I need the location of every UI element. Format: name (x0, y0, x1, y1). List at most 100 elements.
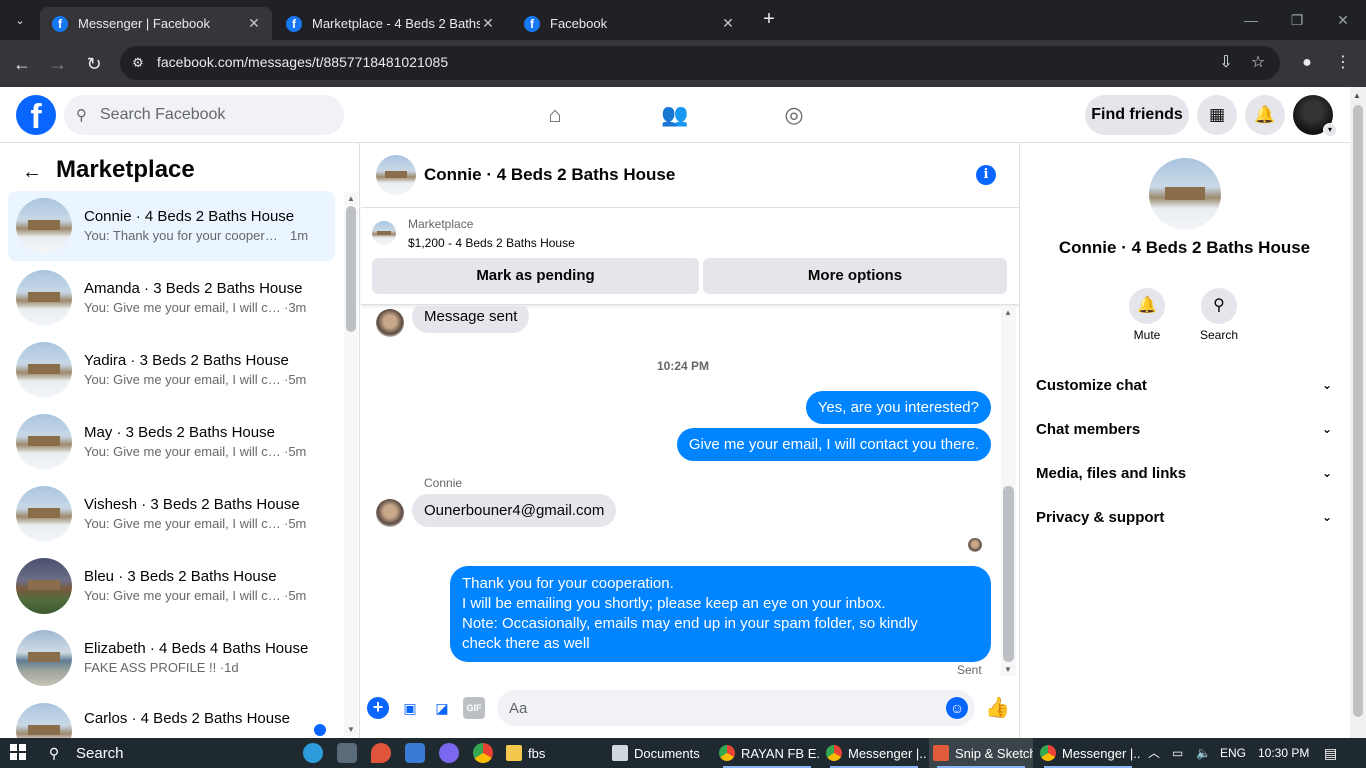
paint-icon[interactable] (371, 743, 391, 763)
message-bubble-outgoing: Yes, are you interested? (805, 391, 991, 424)
conversation-snippet: You: Give me your email, I will con... (84, 444, 284, 459)
message-line: Note: Occasionally, emails may end up in… (462, 615, 918, 632)
gif-icon[interactable]: GIF (463, 697, 485, 719)
windows-start-icon[interactable] (10, 744, 26, 760)
sidebar-scrollbar[interactable]: ▲ ▼ (344, 192, 358, 736)
message-input[interactable] (497, 690, 975, 726)
menu-grid-icon[interactable]: ▦ (1197, 95, 1237, 135)
edge-icon[interactable] (303, 743, 323, 763)
bookmark-star-icon[interactable]: ☆ (1247, 52, 1269, 74)
chevron-down-icon: ⌄ (1321, 422, 1332, 436)
more-options-button[interactable]: More options (703, 258, 1007, 294)
conversation-item[interactable]: Amanda · 3 Beds 2 Baths House You: Give … (8, 263, 335, 333)
listing-thumbnail (16, 486, 72, 542)
conversation-name: Connie · 4 Beds 2 Baths House (84, 208, 295, 225)
facebook-logo-icon[interactable]: f (16, 95, 56, 135)
message-list: Message sent 10:24 PM Yes, are you inter… (361, 306, 1001, 686)
page-scrollbar[interactable]: ▲ (1350, 87, 1366, 738)
clock[interactable]: 10:30 PM (1258, 738, 1309, 768)
site-info-icon[interactable]: ⚙ (128, 53, 148, 73)
restore-icon[interactable]: ❐ (1274, 6, 1320, 34)
conversation-item[interactable]: Yadira · 3 Beds 2 Baths House You: Give … (8, 335, 335, 405)
find-friends-button[interactable]: Find friends (1085, 95, 1189, 135)
close-window-icon[interactable]: ✕ (1320, 6, 1366, 34)
details-avatar[interactable] (1149, 158, 1221, 230)
message-line: Thank you for your cooperation. (462, 575, 674, 592)
chevron-down-icon: ⌄ (1321, 378, 1332, 392)
chat-avatar[interactable] (376, 155, 416, 195)
back-arrow-icon[interactable]: ← (20, 160, 44, 184)
groups-icon[interactable]: ◎ (779, 100, 809, 130)
volume-icon[interactable]: 🔈 (1196, 738, 1211, 768)
facebook-search-box[interactable]: ⚲ (64, 95, 344, 135)
tab-marketplace[interactable]: f Marketplace - 4 Beds 2 Baths H ✕ (274, 7, 506, 40)
tab-search-icon[interactable]: ⌄ (8, 8, 32, 32)
browser-menu-icon[interactable]: ⋮ (1332, 52, 1354, 74)
search-conversation-button[interactable]: ⚲ Search (1189, 288, 1249, 342)
close-tab-icon[interactable]: ✕ (246, 15, 262, 32)
conversation-item[interactable]: Vishesh · 3 Beds 2 Baths House You: Give… (8, 479, 335, 549)
friends-icon[interactable]: 👥 (660, 100, 690, 130)
profile-icon[interactable]: ● (1296, 52, 1318, 74)
taskbar-app-snip-sketch[interactable]: Snip & Sketch (929, 738, 1033, 768)
taskbar-app-chrome-rayan[interactable]: RAYAN FB E... (715, 738, 819, 768)
emoji-icon[interactable]: ☺ (946, 697, 968, 719)
taskbar-app-documents[interactable]: Documents (608, 738, 708, 768)
chat-scrollbar[interactable]: ▲ ▼ (1001, 306, 1016, 676)
conversation-name: Amanda · 3 Beds 2 Baths House (84, 280, 303, 297)
back-icon[interactable]: ← (8, 50, 36, 78)
chat-title[interactable]: Connie · 4 Beds 2 Baths House (424, 165, 675, 185)
message-bubble-outgoing: Thank you for your cooperation. I will b… (450, 566, 991, 662)
notification-center-icon[interactable]: ▤ (1324, 738, 1337, 768)
chrome-icon[interactable] (473, 743, 493, 763)
taskbar-app-fbs[interactable]: fbs (502, 738, 602, 768)
plus-icon[interactable]: + (367, 697, 389, 719)
show-hidden-icons[interactable]: ︿ (1148, 738, 1160, 768)
conversation-item[interactable]: Elizabeth · 4 Beds 4 Baths House FAKE AS… (8, 623, 335, 693)
new-tab-icon[interactable]: + (758, 8, 780, 32)
photo-icon[interactable]: ▣ (399, 697, 421, 719)
file-explorer-icon[interactable] (337, 743, 357, 763)
taskbar-app-label: fbs (528, 745, 546, 761)
app-icon[interactable] (405, 743, 425, 763)
chat-members-section[interactable]: Chat members ⌄ (1036, 417, 1336, 441)
close-tab-icon[interactable]: ✕ (480, 15, 496, 32)
tab-facebook[interactable]: f Facebook ✕ (512, 7, 746, 40)
reload-icon[interactable]: ↻ (80, 50, 108, 78)
privacy-support-section[interactable]: Privacy & support ⌄ (1036, 505, 1336, 529)
message-bubble-outgoing: Give me your email, I will contact you t… (676, 428, 991, 461)
tab-messenger[interactable]: f Messenger | Facebook ✕ (40, 7, 272, 40)
conversation-snippet: FAKE ASS PROFILE !! · (84, 660, 225, 675)
taskbar-app-messenger[interactable]: Messenger |... (822, 738, 926, 768)
battery-icon[interactable]: ▭ (1172, 738, 1183, 768)
media-player-icon[interactable] (439, 743, 459, 763)
sender-name: Connie (424, 476, 463, 490)
forward-icon[interactable]: → (44, 50, 72, 78)
listing-thumbnail[interactable] (372, 221, 396, 245)
close-tab-icon[interactable]: ✕ (720, 15, 736, 32)
customize-chat-section[interactable]: Customize chat ⌄ (1036, 373, 1336, 397)
conversation-item[interactable]: May · 3 Beds 2 Baths House You: Give me … (8, 407, 335, 477)
conversation-item[interactable]: Carlos · 4 Beds 2 Baths House (8, 695, 335, 738)
facebook-search-input[interactable] (100, 106, 320, 124)
conversation-item[interactable]: Bleu · 3 Beds 2 Baths House You: Give me… (8, 551, 335, 621)
taskbar-app-messenger-2[interactable]: Messenger |... (1036, 738, 1140, 768)
home-icon[interactable]: ⌂ (540, 100, 570, 130)
thumbs-up-icon[interactable]: 👍 (985, 696, 1010, 720)
mute-button[interactable]: 🔔 Mute (1117, 288, 1177, 342)
media-files-links-section[interactable]: Media, files and links ⌄ (1036, 461, 1336, 485)
browser-tab-bar: ⌄ f Messenger | Facebook ✕ f Marketplace… (0, 0, 1366, 40)
sticker-icon[interactable]: ◪ (431, 697, 453, 719)
conversation-item[interactable]: Connie · 4 Beds 2 Baths House You: Thank… (8, 191, 335, 261)
conversation-snippet: You: Give me your email, I will con... (84, 372, 284, 387)
account-avatar[interactable]: ▾ (1293, 95, 1337, 137)
info-icon[interactable]: i (976, 165, 996, 185)
mark-as-pending-button[interactable]: Mark as pending (372, 258, 699, 294)
language-indicator[interactable]: ENG (1220, 738, 1246, 768)
taskbar-search[interactable]: ⚲ Search (44, 738, 294, 768)
notifications-bell-icon[interactable]: 🔔 (1245, 95, 1285, 135)
listing-price-title[interactable]: $1,200 - 4 Beds 2 Baths House (408, 236, 575, 250)
minimize-icon[interactable]: — (1228, 6, 1274, 34)
install-app-icon[interactable]: ⇩ (1215, 52, 1237, 74)
url-text[interactable]: facebook.com/messages/t/8857718481021085 (157, 54, 448, 70)
